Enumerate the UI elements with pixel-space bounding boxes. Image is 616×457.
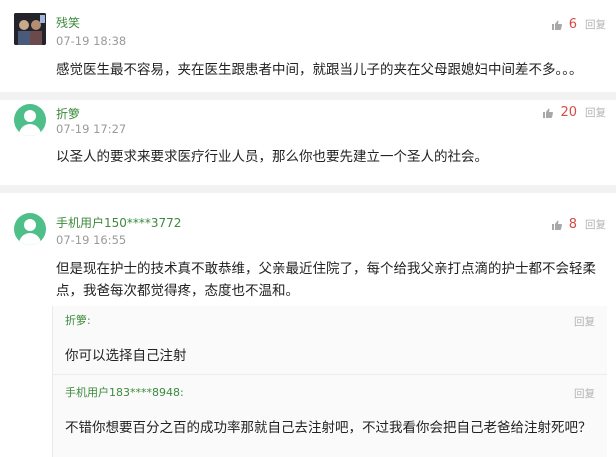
reply-username[interactable]: 折箩: [65,312,91,328]
like-control: 20 回复 [542,105,606,120]
reply-thread: 折箩: 回复 你可以选择自己注射 手机用户183****8948: 回复 不错你… [52,306,607,457]
reply-button[interactable]: 回复 [585,105,606,120]
thumbs-up-icon[interactable] [542,107,554,119]
comment-text: 但是现在护士的技术真不敢恭维，父亲最近住院了，每个给我父亲打点滴的护士都不会轻柔 [56,261,596,277]
thumbs-up-icon[interactable] [551,219,563,231]
reply-text: 不错你想要百分之百的成功率那就自己去注射吧，不过我看你会把自己老爸给注射死吧？ [65,420,592,436]
timestamp: 07-19 17:27 [56,122,127,136]
like-count: 20 [560,105,577,120]
comment-text: 以圣人的要求来要求医疗行业人员，那么你也要先建立一个圣人的社会。 [56,149,488,165]
separator [0,92,616,100]
thumbs-up-icon[interactable] [551,19,563,31]
default-user-icon [24,110,36,122]
like-control: 8 回复 [551,217,606,232]
avatar[interactable] [14,213,46,245]
comment-item: 残笑 07-19 18:38 6 回复 感觉医生最不容易，夹在医生跟患者中间，就… [0,0,616,92]
like-count: 8 [568,217,577,232]
username[interactable]: 折箩 [56,105,80,122]
reply-button[interactable]: 回复 [574,314,595,329]
separator [0,185,616,193]
reply-button[interactable]: 回复 [585,17,606,32]
comment-item: 折箩 07-19 17:27 20 回复 以圣人的要求来要求医疗行业人员，那么你… [0,100,616,185]
reply-text: 你可以选择自己注射 [65,348,187,364]
like-count: 6 [568,17,577,32]
reply-button[interactable]: 回复 [585,217,606,232]
divider [53,374,607,375]
like-control: 6 回复 [551,17,606,32]
default-user-icon [24,219,36,231]
username[interactable]: 手机用户150****3772 [56,214,181,231]
avatar[interactable] [14,13,46,45]
comment-text: 点，我爸每次都觉得疼，态度也不温和。 [56,283,299,299]
comment-text: 感觉医生最不容易，夹在医生跟患者中间，就跟当儿子的夹在父母跟媳妇中间差不多。。。 [56,62,583,78]
timestamp: 07-19 18:38 [56,34,127,48]
reply-button[interactable]: 回复 [574,386,595,401]
user-photo-icon [14,13,46,45]
timestamp: 07-19 16:55 [56,233,127,247]
avatar[interactable] [14,104,46,136]
reply-username[interactable]: 手机用户183****8948: [65,384,184,400]
username[interactable]: 残笑 [56,14,80,31]
comment-item: 手机用户150****3772 07-19 16:55 8 回复 但是现在护士的… [0,193,616,457]
